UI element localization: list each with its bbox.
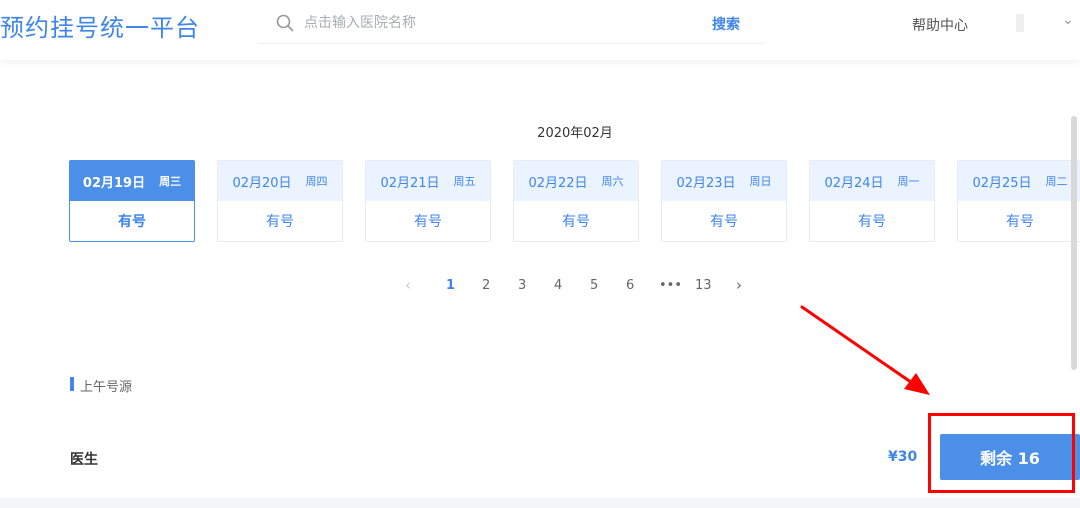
page-number[interactable]: 13	[695, 278, 712, 293]
search-button[interactable]: 搜索	[706, 14, 746, 34]
availability-status: 有号	[1006, 214, 1034, 230]
month-title: 2020年02月	[537, 126, 613, 141]
page-number[interactable]: 1	[446, 278, 455, 293]
date-card-header: 02月25日 周二	[958, 161, 1080, 201]
site-logo[interactable]: 预约挂号统一平台	[0, 8, 200, 43]
page-number[interactable]: 3	[518, 278, 526, 293]
date-label: 02月24日	[824, 175, 884, 191]
availability-status: 有号	[266, 214, 294, 230]
date-card-header: 02月24日 周一	[810, 161, 934, 201]
weekday-label: 周六	[601, 175, 624, 188]
section-title: 上午号源	[80, 380, 133, 395]
next-page-icon[interactable]: ›	[736, 276, 742, 294]
help-center-link[interactable]: 帮助中心	[912, 15, 968, 35]
date-card-header: 02月21日 周五	[366, 161, 490, 201]
date-card-header: 02月23日 周日	[662, 161, 786, 201]
availability-status: 有号	[562, 214, 590, 230]
date-label: 02月20日	[232, 175, 292, 191]
date-card[interactable]: 02月23日 周日有号	[661, 160, 787, 242]
search-input[interactable]	[304, 13, 684, 33]
weekday-label: 周四	[305, 175, 328, 188]
date-card-header: 02月19日 周三	[70, 161, 194, 201]
weekday-label: 周日	[749, 175, 772, 188]
section-marker	[70, 377, 74, 391]
availability-status: 有号	[414, 214, 442, 230]
doctor-label: 医生	[70, 452, 98, 468]
availability-status: 有号	[710, 214, 738, 230]
prev-page-icon[interactable]: ‹	[405, 276, 411, 294]
weekday-label: 周一	[897, 175, 920, 188]
weekday-label: 周五	[453, 175, 476, 188]
date-label: 02月22日	[528, 175, 588, 191]
date-card[interactable]: 02月25日 周二有号	[957, 160, 1080, 242]
date-card[interactable]: 02月22日 周六有号	[513, 160, 639, 242]
red-arrow-icon	[800, 305, 930, 395]
page-number[interactable]: 6	[626, 278, 634, 293]
date-card[interactable]: 02月20日 周四有号	[217, 160, 343, 242]
user-menu-placeholder[interactable]	[1016, 14, 1024, 32]
page-number[interactable]: 4	[554, 278, 562, 293]
page-ellipsis[interactable]: •••	[659, 278, 682, 293]
top-header: 预约挂号统一平台 搜索 帮助中心 ⌄	[0, 0, 1080, 60]
page-number[interactable]: 2	[482, 278, 490, 293]
search-bar: 搜索	[258, 6, 764, 44]
date-label: 02月19日	[82, 175, 146, 191]
date-card-header: 02月20日 周四	[218, 161, 342, 201]
date-card-header: 02月22日 周六	[514, 161, 638, 201]
page-number[interactable]: 5	[590, 278, 598, 293]
price-label: ¥30	[888, 449, 918, 465]
date-card[interactable]: 02月21日 周五有号	[365, 160, 491, 242]
weekday-label: 周二	[1045, 175, 1068, 188]
footer-band	[0, 498, 1080, 508]
search-icon	[276, 14, 294, 32]
chevron-down-icon[interactable]: ⌄	[1062, 12, 1074, 28]
date-label: 02月25日	[972, 175, 1032, 191]
date-label: 02月23日	[676, 175, 736, 191]
availability-status: 有号	[858, 214, 886, 230]
date-card[interactable]: 02月19日 周三有号	[69, 160, 195, 242]
annotation-highlight-box	[928, 413, 1075, 493]
availability-status: 有号	[118, 214, 146, 230]
scrollbar-thumb[interactable]	[1071, 116, 1077, 370]
date-label: 02月21日	[380, 175, 440, 191]
date-card[interactable]: 02月24日 周一有号	[809, 160, 935, 242]
weekday-label: 周三	[159, 175, 182, 188]
